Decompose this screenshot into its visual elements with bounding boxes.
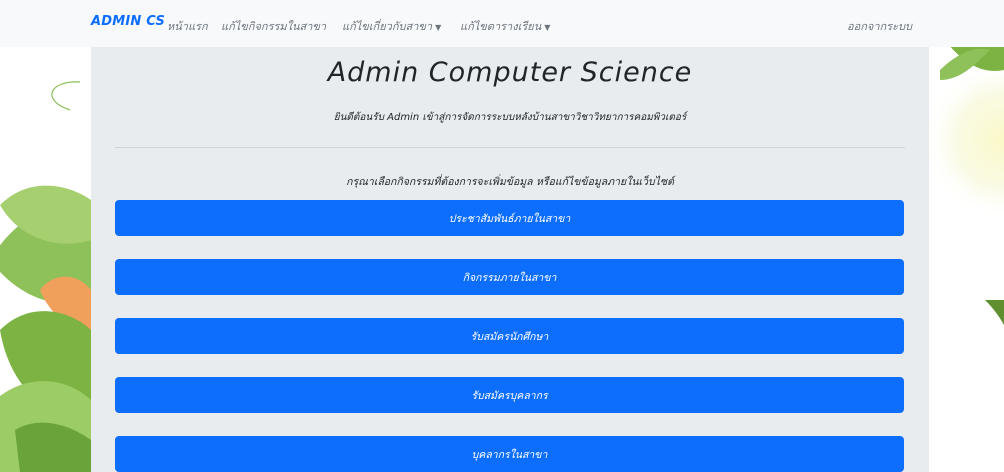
nav-dropdown-edit-major[interactable]: แก้ไขเกี่ยวกับสาขา ▼: [342, 17, 441, 35]
nav-link-edit-activities[interactable]: แก้ไขกิจกรรมในสาขา: [221, 17, 326, 35]
instruction-text: กรุณาเลือกกิจกรรมที่ต้องการจะเพิ่มข้อมูล…: [346, 176, 674, 188]
activities-button[interactable]: กิจกรรมภายในสาขา: [115, 259, 904, 295]
nav-dropdown-edit-schedule[interactable]: แก้ไขตารางเรียน ▼: [460, 17, 550, 35]
logout-link[interactable]: ออกจากระบบ: [847, 17, 912, 35]
divider: [115, 147, 905, 148]
pr-news-button[interactable]: ประชาสัมพันธ์ภายในสาขา: [115, 200, 904, 236]
staff-recruitment-button[interactable]: รับสมัครบุคลากร: [115, 377, 904, 413]
nav-link-home-label: หน้าแรก: [167, 20, 208, 33]
caret-down-icon: ▼: [435, 23, 442, 32]
personnel-button[interactable]: บุคลากรในสาขา: [115, 436, 904, 472]
nav-link-home[interactable]: หน้าแรก: [167, 17, 208, 35]
main-container: Admin Computer Science ยินดีต้อนรับ Admi…: [91, 47, 929, 472]
caret-down-icon: ▼: [544, 23, 551, 32]
student-admission-button[interactable]: รับสมัครนักศึกษา: [115, 318, 904, 354]
nav-dropdown-edit-major-label: แก้ไขเกี่ยวกับสาขา: [342, 20, 433, 33]
nav-link-edit-activities-label: แก้ไขกิจกรรมในสาขา: [221, 20, 327, 33]
welcome-subtitle: ยินดีต้อนรับ Admin เข้าสู่การจัดการระบบห…: [333, 112, 687, 123]
page-title: Admin Computer Science: [327, 57, 693, 88]
top-navbar: ADMIN CS หน้าแรก แก้ไขกิจกรรมในสาขา แก้ไ…: [0, 0, 1004, 47]
navbar-brand[interactable]: ADMIN CS: [91, 14, 165, 29]
nav-dropdown-edit-schedule-label: แก้ไขตารางเรียน: [460, 20, 542, 33]
